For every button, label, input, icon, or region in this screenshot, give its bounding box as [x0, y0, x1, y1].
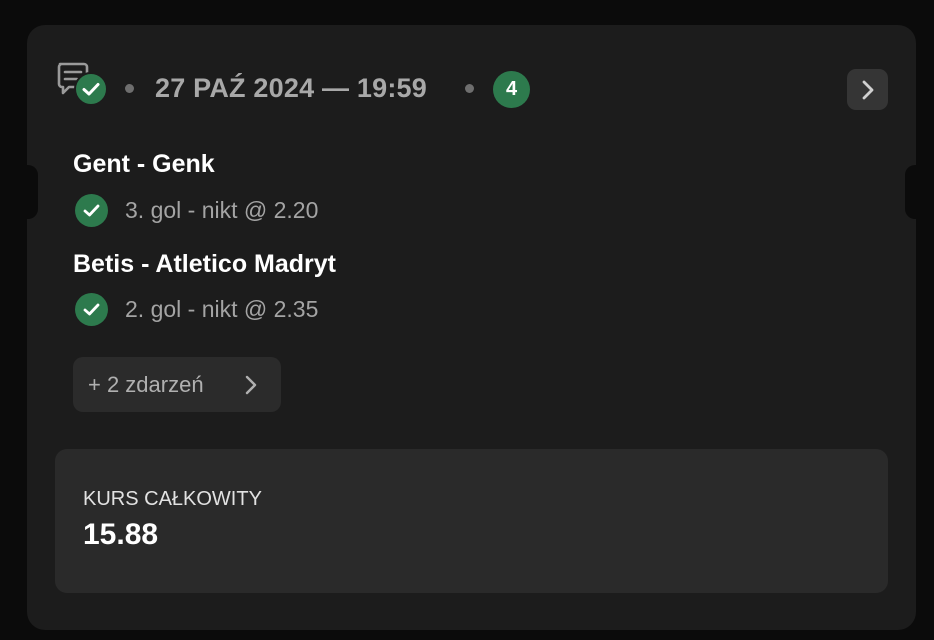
chevron-right-icon	[245, 375, 257, 395]
event-item: Gent - Genk	[73, 150, 215, 179]
slip-header: 27 PAŹ 2024 — 19:59 4	[57, 62, 888, 116]
bet-slip-card[interactable]: 27 PAŹ 2024 — 19:59 4 Gent - Genk 3. gol…	[26, 25, 917, 630]
event-date-time: 27 PAŹ 2024 — 19:59	[155, 73, 427, 103]
event-title: Gent - Genk	[73, 150, 215, 178]
event-title: Betis - Atletico Madryt	[73, 250, 337, 278]
total-odds-panel: KURS CAŁKOWITY 15.88	[55, 449, 888, 593]
more-events-label: + 2 zdarzeń	[88, 372, 204, 397]
events-count-badge: 4	[493, 71, 530, 108]
total-odds-value: 15.88	[83, 518, 159, 551]
total-odds-label: KURS CAŁKOWITY	[83, 488, 262, 510]
separator-dot	[125, 84, 134, 93]
more-events-button[interactable]: + 2 zdarzeń	[73, 357, 281, 412]
check-icon	[75, 194, 108, 227]
event-item: Betis - Atletico Madryt	[73, 250, 336, 279]
chevron-right-icon	[862, 80, 874, 100]
open-slip-button[interactable]	[847, 69, 888, 110]
bet-slip-check-icon	[57, 62, 109, 110]
ticket-notch-left	[26, 165, 38, 219]
pick-text: 2. gol - nikt @ 2.35	[125, 296, 319, 322]
ticket-notch-right	[905, 165, 917, 219]
pick-text: 3. gol - nikt @ 2.20	[125, 197, 319, 223]
separator-dot	[465, 84, 474, 93]
check-icon	[75, 293, 108, 326]
